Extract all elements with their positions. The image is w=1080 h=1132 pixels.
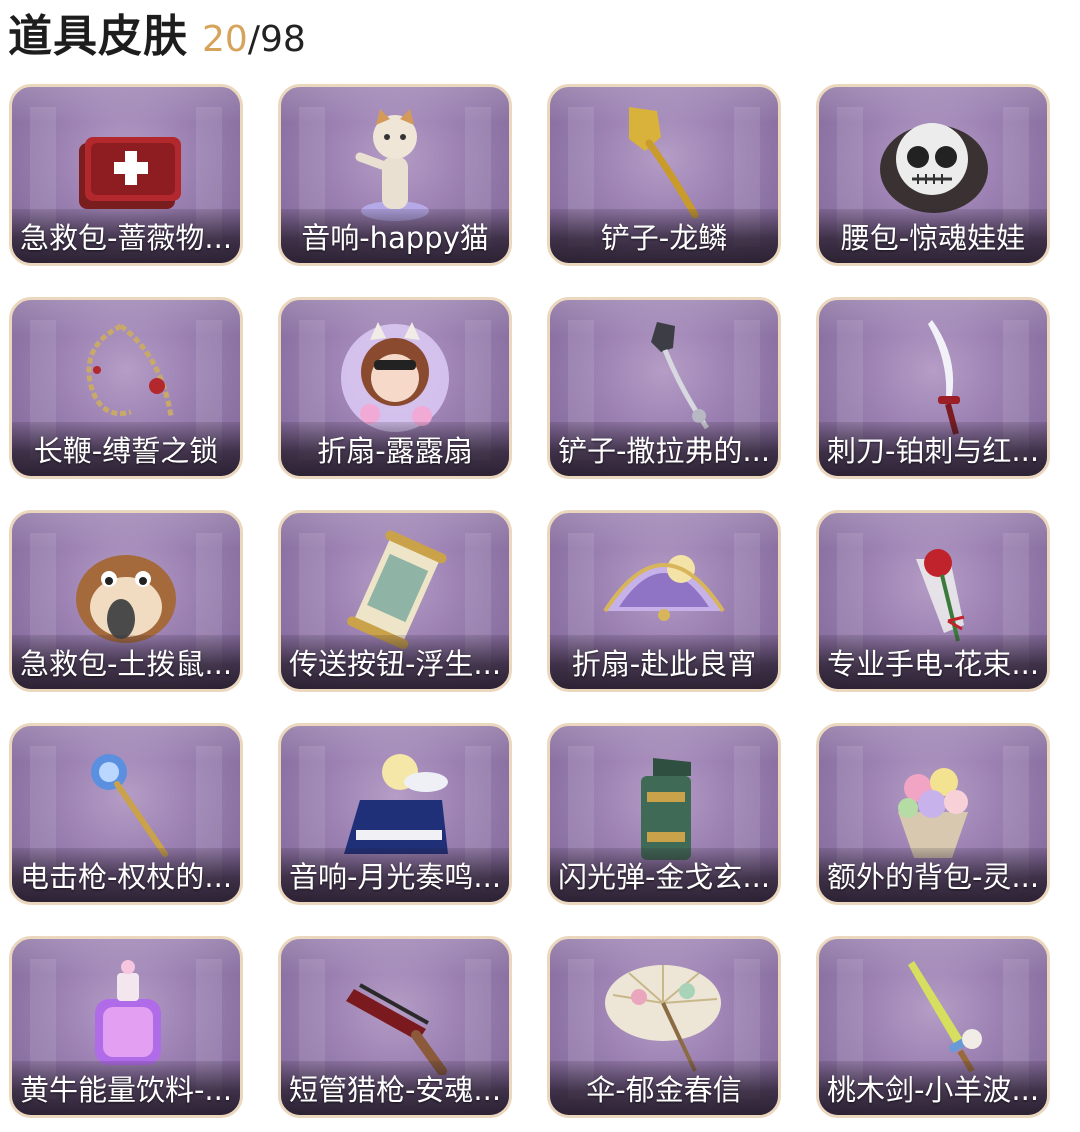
skin-card[interactable]: 腰包-惊魂娃娃: [816, 84, 1050, 266]
rose-bouquet-icon: [916, 549, 965, 642]
skin-label: 专业手电-花束...: [826, 647, 1040, 681]
jade-grenade-icon: [641, 758, 691, 860]
skin-label: 额外的背包-灵...: [826, 860, 1040, 894]
skin-card[interactable]: 专业手电-花束...: [816, 510, 1050, 692]
skin-label: 闪光弹-金戈玄...: [557, 860, 771, 894]
scroll-icon: [347, 530, 447, 649]
paper-umbrella-icon: [605, 965, 721, 1072]
ornate-shovel-icon: [651, 322, 710, 430]
shotgun-icon: [346, 983, 447, 1075]
skin-label: 桃木剑-小羊波...: [826, 1073, 1040, 1107]
wooden-sword-icon: [908, 961, 982, 1073]
skin-card[interactable]: 桃木剑-小羊波...: [816, 936, 1050, 1118]
hamster-icon: [76, 555, 176, 643]
skin-label: 铲子-龙鳞: [600, 221, 728, 255]
curved-blade-icon: [928, 320, 960, 435]
ornate-fan-icon: [603, 555, 725, 621]
skin-label: 传送按钮-浮生...: [288, 647, 502, 681]
first-aid-kit-icon: [79, 137, 181, 209]
skin-card[interactable]: 折扇-赴此良宵: [547, 510, 781, 692]
skin-card[interactable]: 折扇-露露扇: [278, 297, 512, 479]
golden-shovel-icon: [629, 107, 699, 219]
skin-label: 折扇-露露扇: [317, 434, 473, 468]
skin-card[interactable]: 铲子-龙鳞: [547, 84, 781, 266]
skin-card[interactable]: 电击枪-权杖的...: [9, 723, 243, 905]
skin-label: 折扇-赴此良宵: [571, 647, 757, 681]
cat-figure-icon: [355, 109, 429, 221]
flower-bouquet-icon: [898, 768, 968, 858]
skin-label: 急救包-土拨鼠...: [19, 647, 233, 681]
anime-girl-fan-icon: [341, 322, 449, 432]
skin-card[interactable]: 黄牛能量饮料-...: [9, 936, 243, 1118]
skin-card[interactable]: 急救包-土拨鼠...: [9, 510, 243, 692]
skin-card[interactable]: 长鞭-缚誓之锁: [9, 297, 243, 479]
skin-label: 电击枪-权杖的...: [19, 860, 233, 894]
skin-card[interactable]: 铲子-撒拉弗的...: [547, 297, 781, 479]
crystal-bottle-icon: [95, 960, 161, 1065]
skin-label: 音响-happy猫: [301, 221, 489, 255]
skin-card[interactable]: 传送按钮-浮生...: [278, 510, 512, 692]
skin-card[interactable]: 闪光弹-金戈玄...: [547, 723, 781, 905]
skin-label: 腰包-惊魂娃娃: [840, 221, 1026, 255]
skin-card[interactable]: 刺刀-铂刺与红...: [816, 297, 1050, 479]
skin-grid: 急救包-蔷薇物... 音响-happy猫 铲子-龙鳞 腰包-惊魂娃娃 长鞭-缚誓…: [0, 0, 1080, 1132]
skin-label: 急救包-蔷薇物...: [19, 221, 233, 255]
skin-label: 音响-月光奏鸣...: [288, 860, 502, 894]
skin-label: 长鞭-缚誓之锁: [33, 434, 219, 468]
skin-label: 铲子-撒拉弗的...: [557, 434, 771, 468]
skin-card[interactable]: 伞-郁金春信: [547, 936, 781, 1118]
skin-label: 刺刀-铂刺与红...: [826, 434, 1040, 468]
moon-piano-icon: [344, 754, 448, 854]
scepter-icon: [91, 754, 168, 857]
skin-card[interactable]: 额外的背包-灵...: [816, 723, 1050, 905]
skin-card[interactable]: 短管猎枪-安魂...: [278, 936, 512, 1118]
chain-whip-icon: [86, 323, 174, 417]
skin-label: 短管猎枪-安魂...: [288, 1073, 502, 1107]
skin-card[interactable]: 音响-happy猫: [278, 84, 512, 266]
skin-label: 黄牛能量饮料-...: [19, 1073, 233, 1107]
skin-label: 伞-郁金春信: [586, 1073, 742, 1107]
skin-card[interactable]: 音响-月光奏鸣...: [278, 723, 512, 905]
skin-card[interactable]: 急救包-蔷薇物...: [9, 84, 243, 266]
skull-doll-icon: [880, 123, 988, 213]
